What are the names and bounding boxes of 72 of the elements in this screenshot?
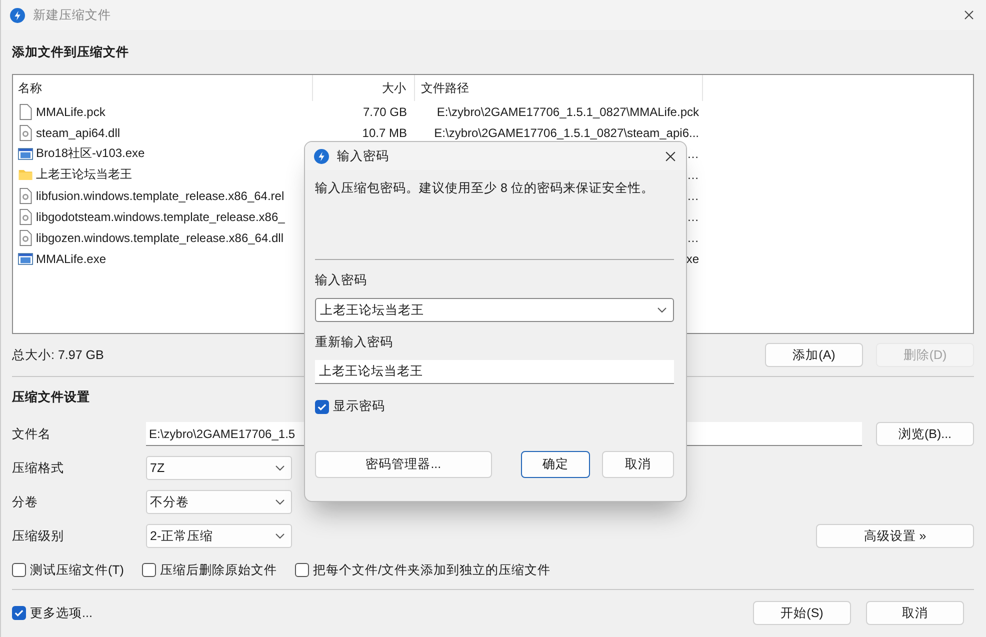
window-title: 新建压缩文件 — [33, 6, 112, 24]
list-button[interactable]: 添加(A) — [765, 343, 863, 367]
footer-button[interactable]: 开始(S) — [753, 601, 851, 625]
browse-button[interactable]: 浏览(B)... — [876, 422, 974, 446]
gear-file-icon — [18, 208, 33, 224]
file-name[interactable]: libgozen.windows.template_release.x86_64.dll — [36, 230, 284, 244]
field-label: 输入密码 — [315, 272, 368, 289]
file-name[interactable]: 上老王论坛当老王 — [36, 166, 132, 183]
dialog-button[interactable]: 确定 — [520, 451, 590, 478]
checkbox-label: 更多选项... — [30, 604, 92, 622]
file-name[interactable]: libfusion.windows.template_release.x86_64.rel — [36, 188, 284, 202]
total-size: 总大小: 7.97 GB — [12, 346, 104, 364]
window-icon — [18, 250, 33, 266]
gear-file-icon — [18, 230, 33, 246]
file-path: … — [687, 230, 699, 244]
file-name[interactable]: MMALife.pck — [36, 104, 106, 118]
field-label: 分卷 — [12, 494, 39, 510]
field-label: 文件名 — [12, 426, 52, 442]
file-name[interactable]: MMALife.exe — [36, 252, 106, 266]
checkbox-label: 把每个文件/文件夹添加到独立的压缩文件 — [312, 562, 550, 578]
chevron-down-icon — [275, 499, 285, 505]
file-size: 10.7 MB — [362, 126, 407, 140]
section-heading: 添加文件到压缩文件 — [12, 44, 129, 61]
file-path: … — [687, 168, 699, 182]
gear-file-icon — [18, 188, 33, 204]
chevron-down-icon — [275, 533, 285, 539]
password-field[interactable]: 上老王论坛当老王 — [315, 360, 674, 384]
chevron-down-icon — [275, 465, 285, 471]
gear-file-icon — [18, 124, 33, 140]
file-path: … — [687, 146, 699, 160]
checkbox[interactable] — [12, 563, 26, 577]
chevron-down-icon — [657, 307, 667, 313]
dropdown[interactable]: 不分卷 — [146, 490, 292, 514]
file-path: … — [687, 210, 699, 224]
checkbox[interactable] — [315, 400, 329, 414]
field-label: 压缩级别 — [12, 528, 65, 544]
dialog-button[interactable]: 密码管理器... — [315, 451, 492, 478]
file-name[interactable]: Bro18社区-v103.exe — [36, 145, 145, 162]
dialog-title: 输入密码 — [337, 148, 390, 164]
checkbox[interactable] — [142, 563, 156, 577]
field-label: 压缩格式 — [12, 460, 65, 476]
column-header[interactable]: 大小 — [313, 75, 415, 101]
file-name[interactable]: steam_api64.dll — [36, 126, 120, 140]
check-icon — [13, 607, 25, 619]
dropdown[interactable]: 7Z — [146, 456, 292, 480]
field-label: 重新输入密码 — [315, 334, 394, 351]
close-icon[interactable] — [964, 10, 974, 20]
column-header[interactable]: 名称 — [13, 75, 313, 101]
file-path: E:\zybro\2GAME17706_1.5.1_0827\steam_api6... — [434, 126, 699, 140]
dropdown[interactable]: 2-正常压缩 — [146, 524, 292, 548]
file-path: xe — [686, 252, 699, 266]
footer-button[interactable]: 取消 — [866, 601, 964, 625]
app-logo-icon — [314, 148, 329, 164]
checkbox[interactable] — [12, 606, 26, 620]
file-path: E:\zybro\2GAME17706_1.5.1_0827\MMALife.pck — [436, 104, 699, 118]
window-icon — [18, 146, 33, 162]
checkbox-label: 显示密码 — [333, 398, 385, 415]
column-header[interactable]: 文件路径 — [415, 75, 703, 101]
checkbox[interactable] — [294, 563, 309, 577]
checkbox-label: 测试压缩文件(T) — [30, 562, 124, 578]
app-logo-icon — [10, 8, 25, 22]
password-combo[interactable]: 上老王论坛当老王 — [315, 298, 674, 322]
file-name[interactable]: libgodotsteam.windows.template_release.x86_ — [36, 210, 285, 224]
section-heading: 压缩文件设置 — [12, 389, 90, 406]
close-icon[interactable] — [665, 150, 676, 162]
advanced-settings-button[interactable]: 高级设置 » — [816, 524, 974, 548]
checkbox-label: 压缩后删除原始文件 — [160, 562, 277, 578]
file-icon — [18, 104, 33, 120]
dialog-button[interactable]: 取消 — [602, 451, 674, 478]
file-size: 7.70 GB — [362, 104, 407, 118]
dialog-message: 输入压缩包密码。建议使用至少 8 位的密码来保证安全性。 — [315, 180, 655, 197]
file-path: … — [687, 188, 699, 202]
